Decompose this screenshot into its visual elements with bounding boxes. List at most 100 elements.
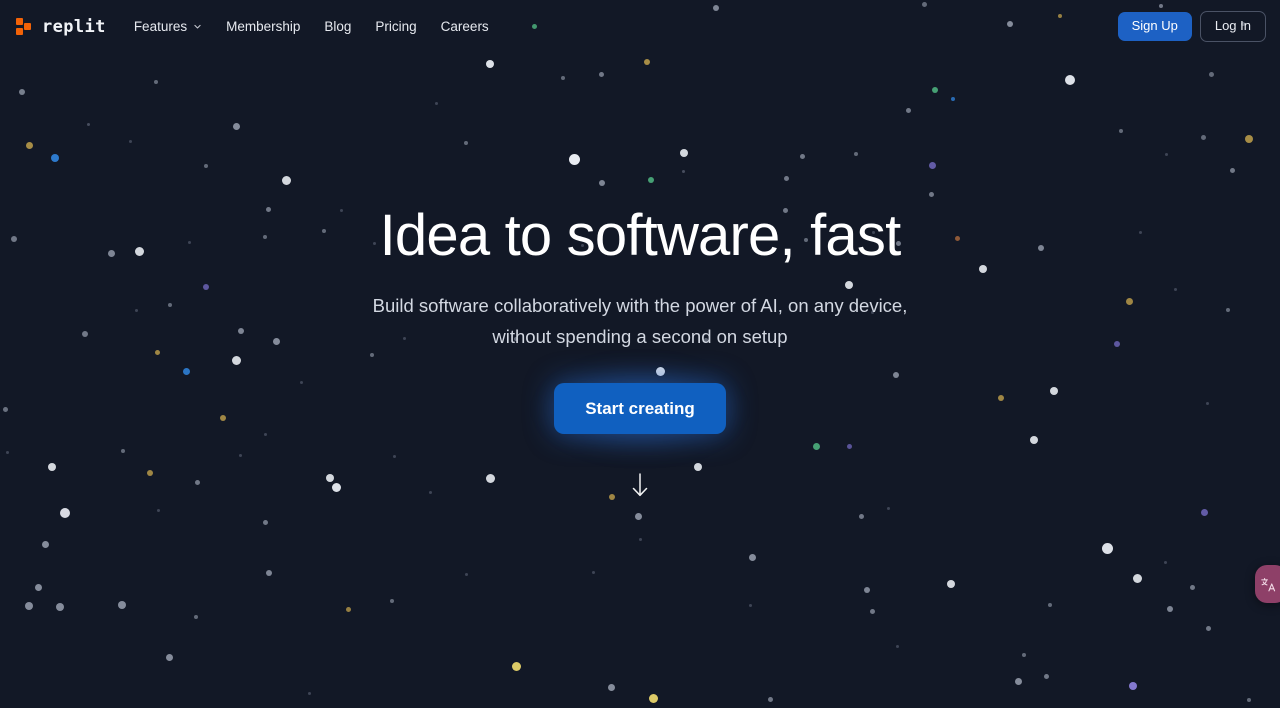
particle-dot: [281, 175, 291, 185]
brand-name: replit: [42, 16, 106, 37]
nav-item-careers[interactable]: Careers: [439, 15, 491, 38]
particle-dot: [134, 246, 144, 256]
particle-dot: [655, 366, 665, 376]
particle-dot: [599, 180, 605, 186]
particle-dot: [998, 395, 1004, 401]
particle-dot: [1205, 625, 1211, 631]
particle-dot: [858, 513, 864, 519]
particle-dot: [1245, 135, 1253, 143]
particle-dot: [370, 353, 374, 357]
chevron-down-icon: [194, 24, 201, 29]
particle-dot: [263, 235, 267, 239]
particle-dot: [634, 512, 642, 520]
particle-dot: [272, 337, 280, 345]
particle-dot: [638, 537, 642, 541]
particle-dot: [464, 572, 468, 576]
particle-dot: [928, 161, 936, 169]
particle-dot: [263, 432, 267, 436]
particle-dot: [60, 508, 70, 518]
particle-dot: [48, 463, 56, 471]
particle-dot: [204, 164, 208, 168]
hero-section: Idea to software, fast Build software co…: [0, 0, 1280, 708]
particle-dot: [182, 367, 190, 375]
nav-item-pricing[interactable]: Pricing: [373, 15, 418, 38]
particle-dot: [799, 153, 805, 159]
particle-field: [0, 0, 1280, 708]
particle-dot: [591, 570, 595, 574]
particle-dot: [1163, 560, 1167, 564]
particle-dot: [783, 175, 789, 181]
particle-dot: [390, 599, 394, 603]
particle-dot: [1208, 71, 1214, 77]
particle-dot: [118, 601, 126, 609]
login-button[interactable]: Log In: [1199, 11, 1266, 42]
nav-item-blog[interactable]: Blog: [322, 15, 353, 38]
particle-dot: [1226, 308, 1230, 312]
particle-dot: [905, 107, 911, 113]
particle-dot: [486, 60, 494, 68]
particle-dot: [1200, 134, 1206, 140]
particle-dot: [299, 380, 303, 384]
particle-dot: [767, 696, 773, 702]
particle-dot: [886, 506, 890, 510]
particle-dot: [1247, 698, 1251, 702]
particle-dot: [1167, 606, 1173, 612]
particle-dot: [1229, 167, 1235, 173]
brand-logo[interactable]: replit: [16, 17, 106, 37]
arrow-down-icon[interactable]: [630, 472, 650, 498]
nav-item-features[interactable]: Features: [132, 15, 204, 38]
particle-dot: [34, 583, 42, 591]
particle-dot: [2, 406, 8, 412]
particle-dot: [1138, 230, 1142, 234]
particle-dot: [607, 683, 615, 691]
particle-dot: [187, 240, 191, 244]
particle-dot: [168, 303, 172, 307]
particle-dot: [56, 603, 64, 611]
nav-item-label: Features: [133, 19, 188, 34]
particle-dot: [864, 587, 870, 593]
particle-dot: [194, 615, 198, 619]
particle-dot: [485, 473, 495, 483]
header-actions: Sign Up Log In: [1117, 11, 1266, 42]
particle-dot: [51, 154, 59, 162]
particle-dot: [392, 454, 396, 458]
particle-dot: [434, 101, 438, 105]
particle-dot: [845, 281, 853, 289]
particle-dot: [954, 235, 960, 241]
particle-dot: [1164, 152, 1168, 156]
particle-dot: [947, 580, 955, 588]
particle-dot: [1189, 584, 1195, 590]
particle-dot: [238, 328, 244, 334]
site-header: replit Features Membership Blog Pricing …: [0, 0, 1280, 53]
particle-dot: [1205, 401, 1209, 405]
particle-dot: [307, 691, 311, 695]
particle-dot: [5, 450, 9, 454]
particle-dot: [121, 449, 125, 453]
translate-widget[interactable]: [1255, 565, 1280, 603]
particle-dot: [951, 97, 955, 101]
particle-dot: [869, 608, 875, 614]
particle-dot: [1132, 573, 1142, 583]
particle-dot: [194, 479, 200, 485]
particle-dot: [156, 508, 160, 512]
signup-button[interactable]: Sign Up: [1117, 12, 1192, 41]
particle-dot: [231, 355, 241, 365]
particle-dot: [19, 89, 25, 95]
nav-item-membership[interactable]: Membership: [224, 15, 302, 38]
particle-dot: [932, 87, 938, 93]
particle-dot: [928, 191, 934, 197]
particle-dot: [1114, 341, 1120, 347]
translate-icon: [1261, 577, 1276, 591]
particle-dot: [979, 265, 987, 273]
particle-dot: [680, 149, 688, 157]
particle-dot: [846, 443, 852, 449]
start-creating-button[interactable]: Start creating: [554, 383, 726, 435]
particle-dot: [266, 570, 272, 576]
particle-dot: [568, 153, 580, 165]
particle-dot: [854, 152, 858, 156]
particle-dot: [812, 442, 820, 450]
particle-dot: [1065, 75, 1075, 85]
particle-dot: [326, 474, 334, 482]
particle-dot: [464, 141, 468, 145]
particle-dot: [748, 553, 756, 561]
